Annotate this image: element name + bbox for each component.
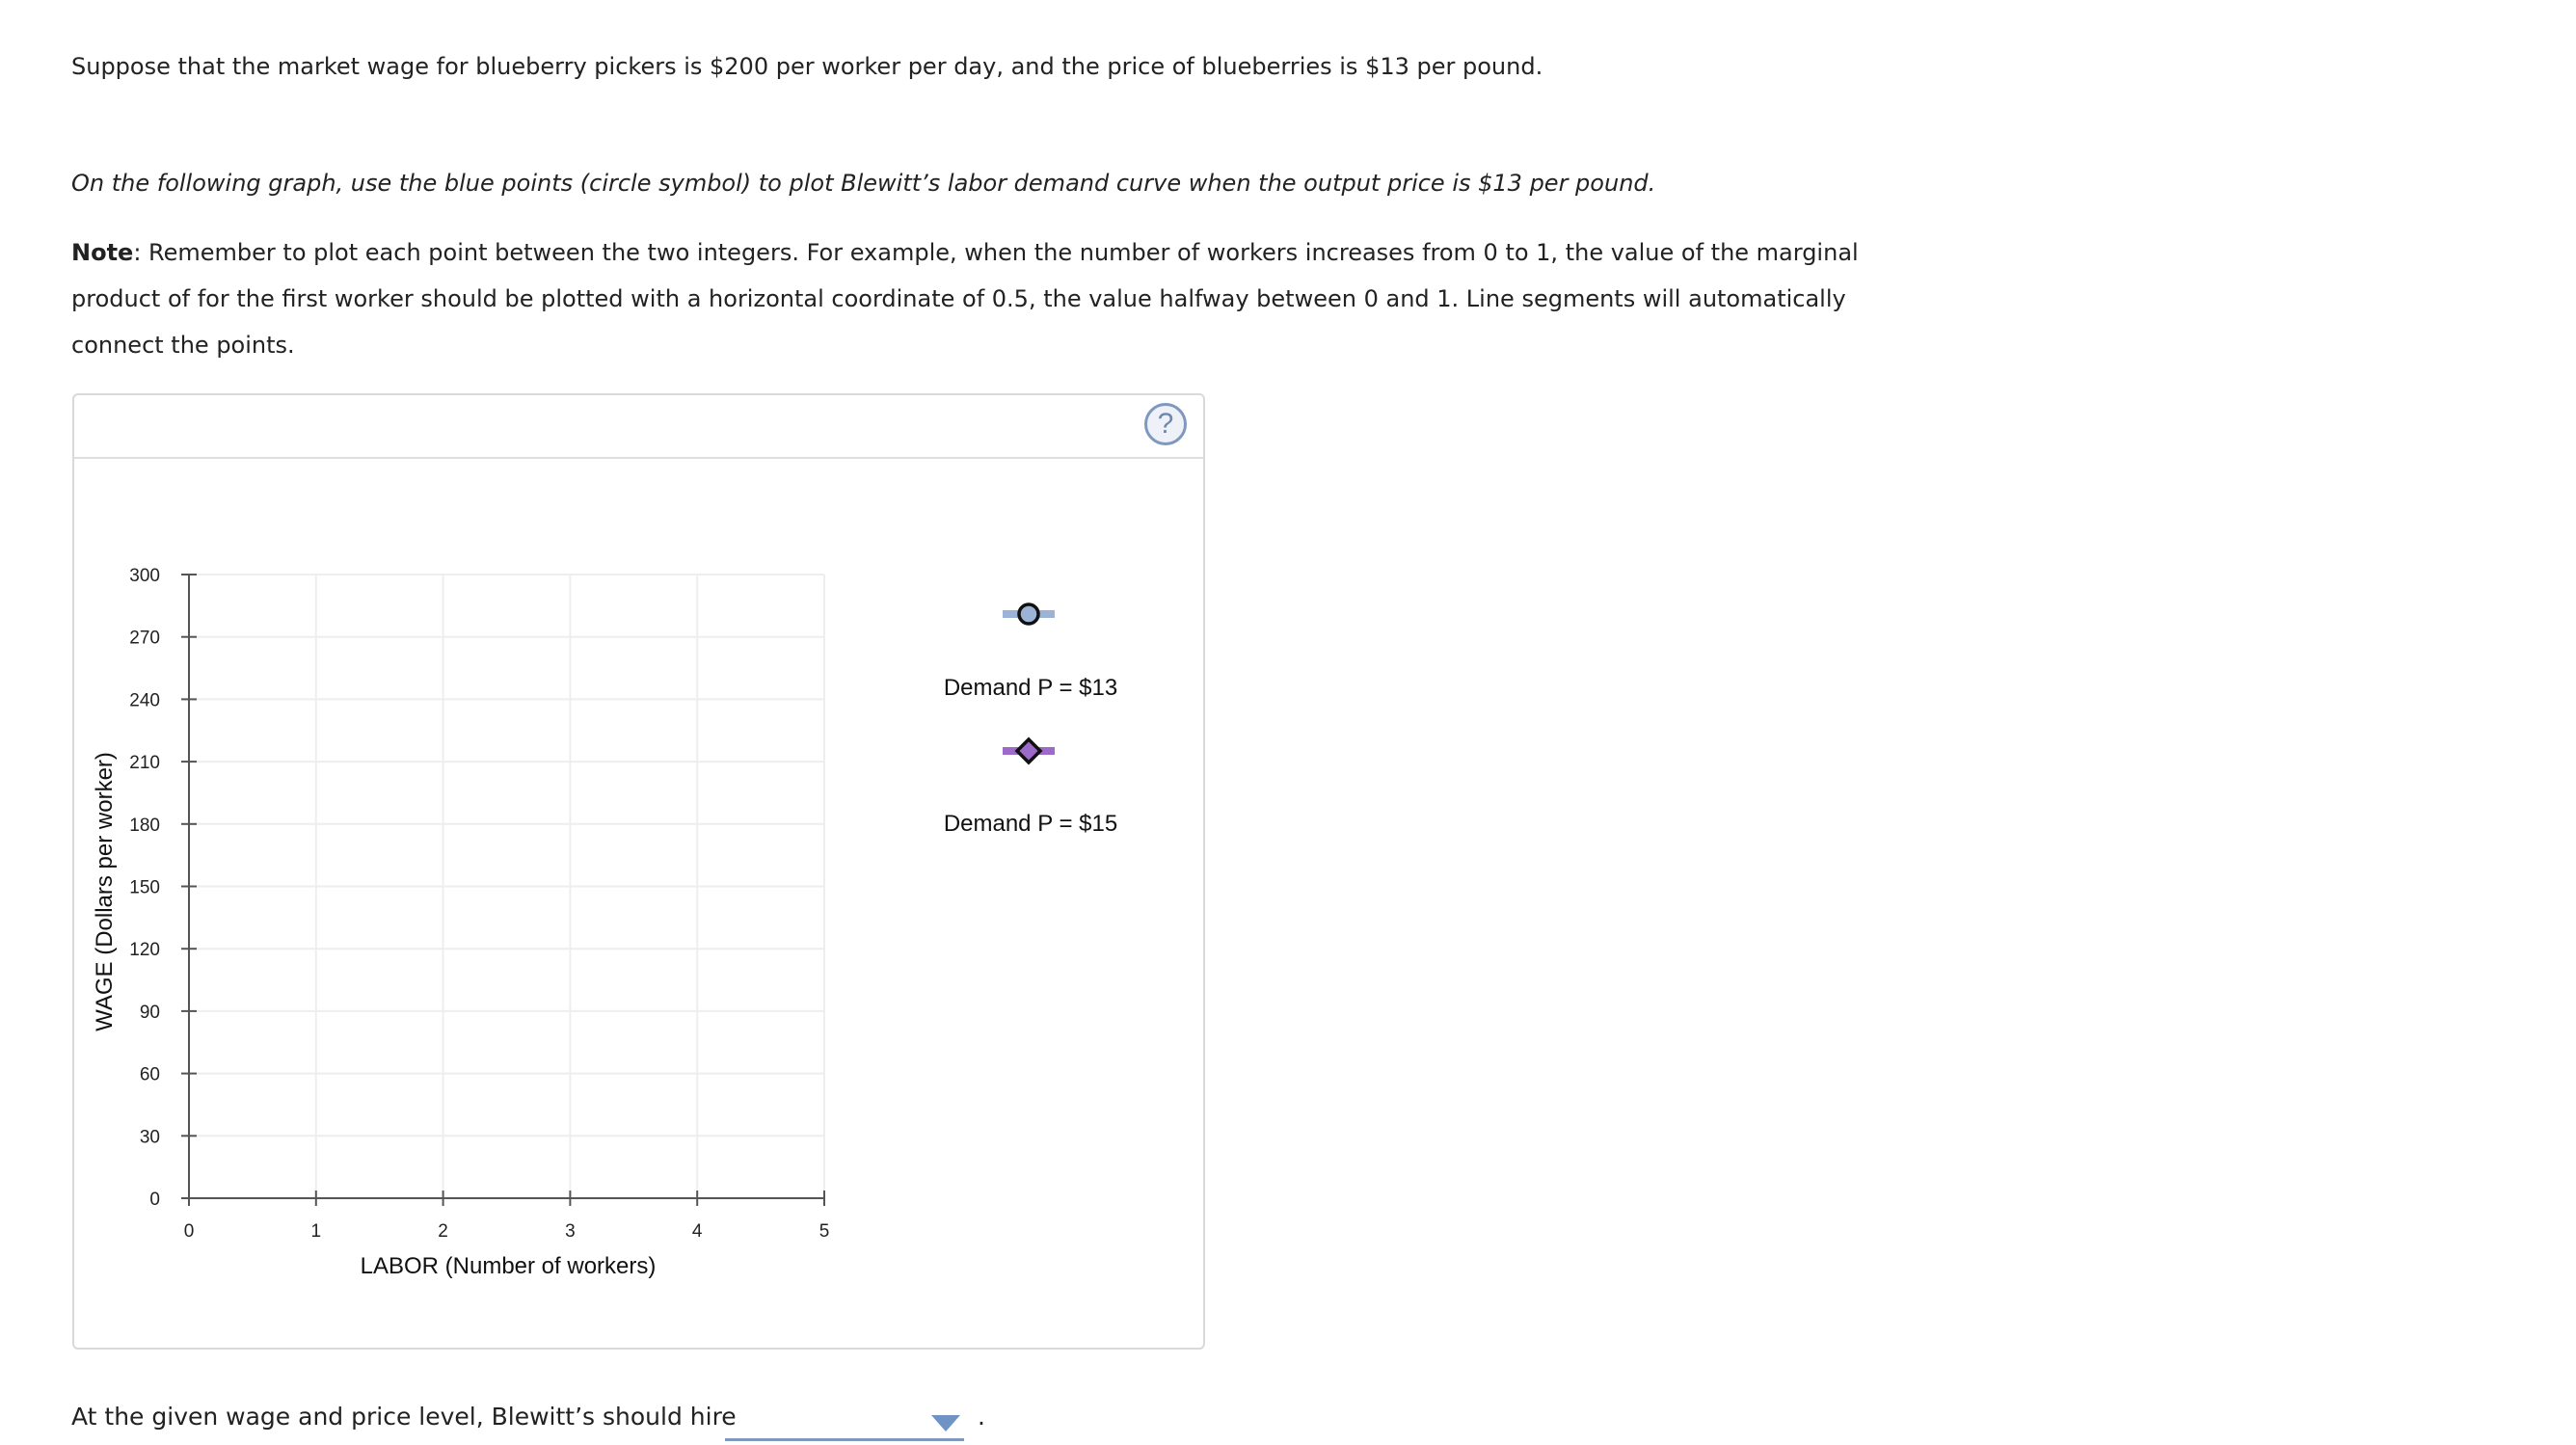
legend-diamond-tool[interactable] — [1003, 736, 1055, 765]
x-tick-label: 0 — [184, 1221, 195, 1242]
x-axis-title: LABOR (Number of workers) — [361, 1253, 657, 1279]
legend-label-p15: Demand P = $15 — [944, 811, 1117, 837]
diamond-marker-icon[interactable] — [1014, 736, 1043, 765]
y-axis-title: WAGE (Dollars per worker) — [92, 752, 118, 1031]
legend: Demand P = $13 Demand P = $15 — [944, 602, 1117, 837]
labor-demand-graph[interactable]: 0 30 60 90 120 150 180 210 240 270 300 0 1 2 3 4 5 LABOR… — [0, 0, 2576, 1445]
chevron-down-icon — [931, 1415, 960, 1432]
grid — [189, 574, 825, 1198]
y-tick-label: 0 — [149, 1190, 160, 1210]
hire-question: At the given wage and price level, Blewi… — [71, 1403, 737, 1431]
axes — [181, 574, 825, 1206]
x-tick-label: 2 — [438, 1221, 448, 1242]
y-tick-label: 60 — [140, 1065, 160, 1085]
workers-dropdown[interactable] — [725, 1405, 964, 1441]
x-tick-label: 3 — [565, 1221, 576, 1242]
y-tick-label: 120 — [129, 940, 160, 960]
legend-circle-tool[interactable] — [1003, 602, 1055, 626]
question-period: . — [978, 1403, 985, 1431]
circle-marker-icon[interactable] — [1017, 602, 1040, 626]
x-tick-label: 1 — [311, 1221, 322, 1242]
y-tick-label: 150 — [129, 878, 160, 898]
x-tick-label: 4 — [692, 1221, 703, 1242]
y-tick-label: 270 — [129, 629, 160, 649]
tick-labels: 0 30 60 90 120 150 180 210 240 270 300 0 1 2 3 4 5 — [129, 566, 829, 1242]
y-tick-label: 90 — [140, 1003, 160, 1023]
legend-label-p13: Demand P = $13 — [944, 675, 1117, 701]
y-tick-label: 210 — [129, 753, 160, 773]
y-tick-label: 300 — [129, 566, 160, 586]
y-tick-label: 180 — [129, 816, 160, 836]
y-tick-label: 240 — [129, 690, 160, 710]
x-tick-label: 5 — [819, 1221, 830, 1242]
y-tick-label: 30 — [140, 1127, 160, 1147]
